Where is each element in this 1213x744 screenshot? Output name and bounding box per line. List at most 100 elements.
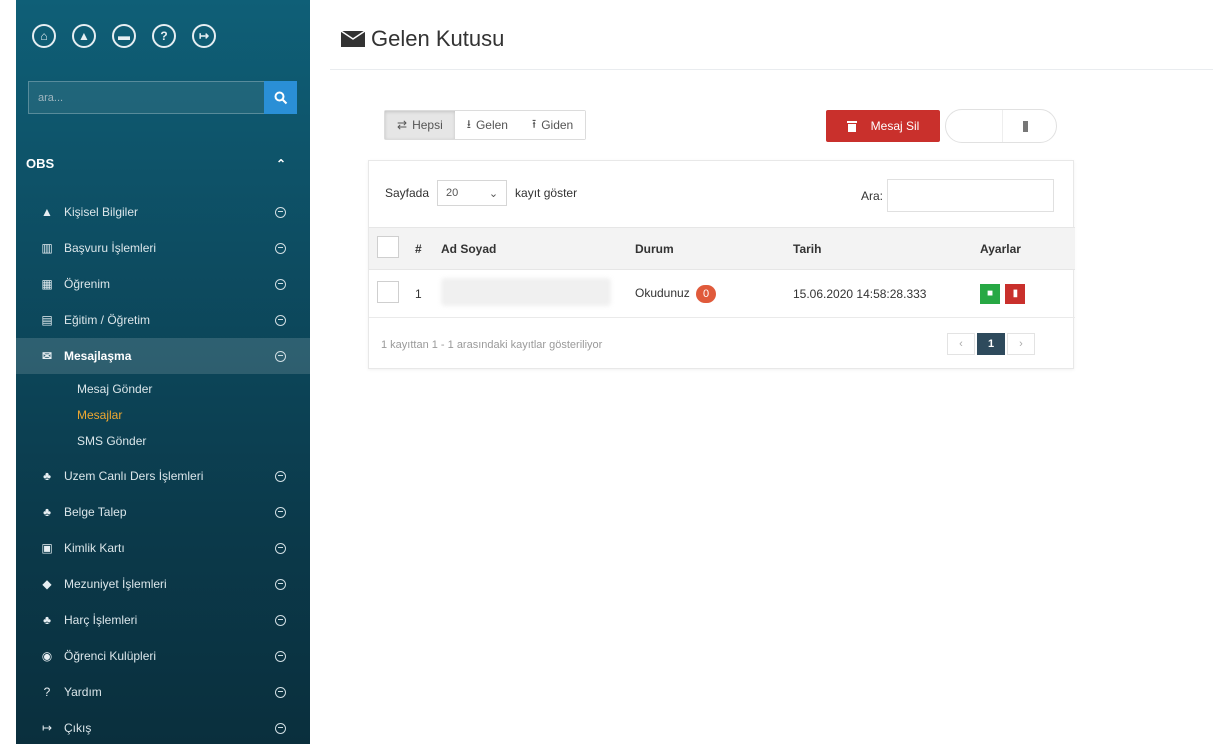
col-header-date[interactable]: Tarih xyxy=(785,227,968,270)
sidebar-item-label: Mesajlaşma xyxy=(64,349,132,363)
page-size-select[interactable]: 20 ⌄ xyxy=(437,180,508,206)
pagination: ‹ 1 › xyxy=(947,333,1035,355)
envelope-icon xyxy=(341,31,365,47)
expand-circle-icon xyxy=(275,506,286,518)
sitemap-icon: ♣ xyxy=(43,613,51,627)
inbox-icon: ⇄ xyxy=(397,118,408,132)
columns-icon: ▥ xyxy=(41,241,53,255)
delete-message-label: Mesaj Sil xyxy=(870,119,920,133)
sidebar-menu: ▲ Kişisel Bilgiler ▥ Başvuru İşlemleri ▦… xyxy=(16,194,310,744)
sidebar-item-kisisel-bilgiler[interactable]: ▲ Kişisel Bilgiler xyxy=(16,194,310,230)
redacted-name xyxy=(441,278,611,306)
obs-section-header[interactable]: OBS ⌃ xyxy=(26,156,286,171)
tab-hepsi[interactable]: ⇄ Hepsi xyxy=(385,111,455,139)
table-info: 1 kayıttan 1 - 1 arasındaki kayıtlar gös… xyxy=(381,339,603,351)
sidebar-item-label: Harç İşlemleri xyxy=(64,613,138,627)
row-status: Okudunuz 0 xyxy=(631,269,785,318)
table-row[interactable]: 1 Okudunuz 0 15.06.2020 14:58:28.333 ■ ▮ xyxy=(369,269,1075,318)
row-no: 1 xyxy=(415,269,441,318)
sidebar-search xyxy=(28,81,297,114)
sidebar-item-label: Uzem Canlı Ders İşlemleri xyxy=(64,469,204,483)
toggle-divider xyxy=(1002,110,1003,142)
table-header-row: # Ad Soyad Durum Tarih Ayarlar xyxy=(369,227,1075,270)
unread-count-badge: 0 xyxy=(696,284,717,303)
sidebar-item-belge-talep[interactable]: ♣ Belge Talep xyxy=(16,494,310,530)
sidebar-item-ogrenim[interactable]: ▦ Öğrenim xyxy=(16,266,310,302)
page-size-suffix: kayıt göster xyxy=(515,186,578,200)
sidebar-submenu: Mesaj Gönder Mesajlar SMS Gönder xyxy=(16,374,310,458)
tab-gelen[interactable]: ⭳ Gelen xyxy=(454,111,520,139)
pagination-next[interactable]: › xyxy=(1007,333,1035,355)
user-icon: ▲ xyxy=(41,205,53,219)
download-icon: ⭳ xyxy=(466,116,471,131)
page-size-control: Sayfada 20 ⌄ kayıt göster xyxy=(385,180,577,206)
sidebar-item-kimlik-karti[interactable]: ▣ Kimlik Kartı xyxy=(16,530,310,566)
delete-row-button[interactable]: ▮ xyxy=(1005,283,1026,304)
collapse-circle-icon xyxy=(275,350,286,362)
user-icon[interactable]: ▲ xyxy=(72,24,96,48)
sidebar-item-label: Eğitim / Öğretim xyxy=(64,313,151,327)
select-all-checkbox[interactable] xyxy=(377,236,399,258)
col-header-status[interactable]: Durum xyxy=(631,227,785,270)
chevron-up-icon: ⌃ xyxy=(275,156,286,171)
sidebar-item-label: Belge Talep xyxy=(64,505,127,519)
page-size-value: 20 xyxy=(446,187,459,199)
sidebar-item-ogrenci-kulupleri[interactable]: ◉ Öğrenci Kulüpleri xyxy=(16,638,310,674)
expand-circle-icon xyxy=(275,686,286,698)
row-checkbox[interactable] xyxy=(377,281,399,303)
sidebar-search-button[interactable] xyxy=(264,81,297,114)
upload-icon: ⭱ xyxy=(531,116,537,131)
expand-circle-icon xyxy=(275,470,286,482)
home-icon[interactable]: ⌂ xyxy=(32,24,56,48)
sidebar-item-uzem[interactable]: ♣ Uzem Canlı Ders İşlemleri xyxy=(16,458,310,494)
row-name xyxy=(441,269,631,318)
row-date: 15.06.2020 14:58:28.333 xyxy=(785,269,968,318)
question-icon: ? xyxy=(43,685,51,699)
view-toggle[interactable] xyxy=(945,109,1057,143)
sidebar-item-label: Mezuniyet İşlemleri xyxy=(64,577,167,591)
sitemap-icon: ♣ xyxy=(43,469,51,483)
expand-circle-icon xyxy=(275,278,286,290)
messages-panel: Sayfada 20 ⌄ kayıt göster Ara: # Ad Soya… xyxy=(368,160,1075,369)
tab-giden[interactable]: ⭱ Giden xyxy=(519,111,586,139)
expand-circle-icon xyxy=(275,614,286,626)
expand-circle-icon xyxy=(275,314,286,326)
submenu-item-sms-gonder[interactable]: SMS Gönder xyxy=(16,428,310,454)
sidebar-item-cikis[interactable]: ↦ Çıkış xyxy=(16,710,310,744)
col-header-settings: Ayarlar xyxy=(968,227,1075,270)
sidebar-item-egitim-ogretim[interactable]: ▤ Eğitim / Öğretim xyxy=(16,302,310,338)
reply-button[interactable]: ■ xyxy=(980,283,1000,304)
trash-icon xyxy=(846,121,857,132)
id-card-icon: ▣ xyxy=(41,541,53,555)
sidebar-item-label: Kimlik Kartı xyxy=(64,541,125,555)
pagination-page-1[interactable]: 1 xyxy=(977,333,1005,355)
sidebar-item-mesajlasma[interactable]: ✉ Mesajlaşma xyxy=(16,338,310,374)
expand-circle-icon xyxy=(275,242,286,254)
submenu-item-mesaj-gonder[interactable]: Mesaj Gönder xyxy=(16,376,310,402)
page-title: Gelen Kutusu xyxy=(341,26,504,52)
pagination-prev[interactable]: ‹ xyxy=(947,333,975,355)
col-header-name[interactable]: Ad Soyad xyxy=(441,227,631,270)
select-all-header xyxy=(369,227,415,270)
sidebar-search-input[interactable] xyxy=(28,81,264,114)
sidebar-item-yardim[interactable]: ? Yardım xyxy=(16,674,310,710)
graduation-cap-icon: ◆ xyxy=(42,577,52,591)
sidebar-top-icons: ⌂ ▲ ▬ ? ↦ xyxy=(32,24,216,48)
col-header-no[interactable]: # xyxy=(415,227,441,270)
expand-circle-icon xyxy=(275,578,286,590)
logout-icon[interactable]: ↦ xyxy=(192,24,216,48)
row-actions: ■ ▮ xyxy=(968,269,1075,318)
table-search-input[interactable] xyxy=(887,179,1055,212)
compass-icon: ◉ xyxy=(41,649,53,663)
sidebar-item-basvuru-islemleri[interactable]: ▥ Başvuru İşlemleri xyxy=(16,230,310,266)
title-divider xyxy=(330,69,1213,70)
chat-icon[interactable]: ▬ xyxy=(112,24,136,48)
sidebar-item-harc[interactable]: ♣ Harç İşlemleri xyxy=(16,602,310,638)
submenu-item-mesajlar[interactable]: Mesajlar xyxy=(16,402,310,428)
delete-message-button[interactable]: Mesaj Sil xyxy=(826,110,940,142)
chevron-down-icon: ⌄ xyxy=(488,187,499,200)
reply-icon: ■ xyxy=(986,288,994,299)
sidebar-item-mezuniyet[interactable]: ◆ Mezuniyet İşlemleri xyxy=(16,566,310,602)
bookmark-icon xyxy=(1023,121,1028,132)
help-icon[interactable]: ? xyxy=(152,24,176,48)
